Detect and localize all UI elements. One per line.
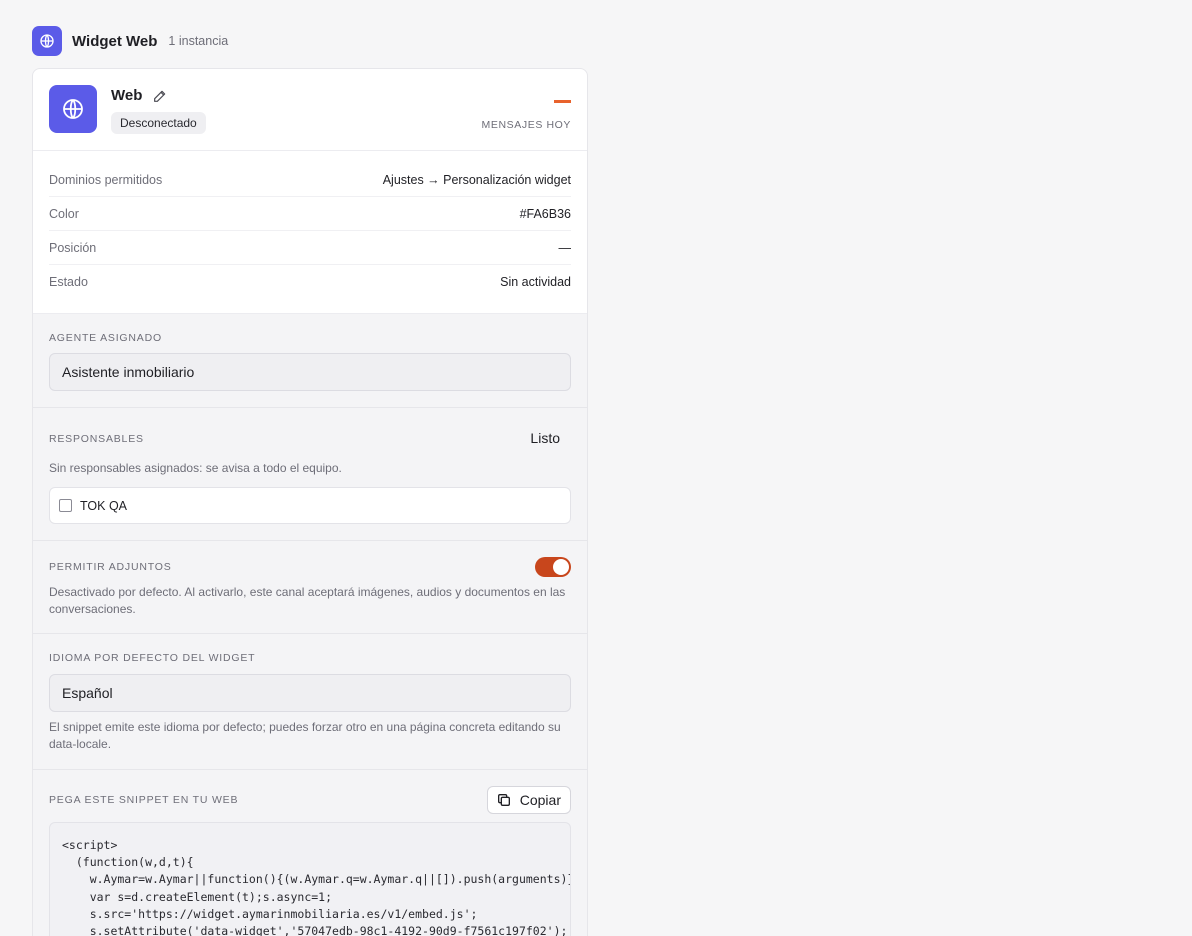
detail-value: #FA6B36 (519, 206, 571, 221)
language-section: Idioma por defecto del widget Español El… (33, 634, 587, 770)
detail-label: Estado (49, 275, 88, 289)
section-header: Widget Web 1 instancia (32, 26, 228, 56)
globe-icon (49, 85, 97, 133)
channel-name: Web (111, 87, 143, 104)
detail-label: Dominios permitidos (49, 172, 163, 187)
code-line: (function(w,d,t){ (62, 855, 194, 870)
detail-row: Estado Sin actividad (49, 265, 571, 299)
code-line: s.setAttribute('data-widget','57047edb-9… (62, 924, 568, 936)
instance-count: 1 instancia (168, 34, 229, 48)
pencil-icon[interactable] (152, 88, 168, 104)
section-title: Widget Web (72, 32, 158, 50)
agent-label: Agente asignado (49, 332, 162, 344)
code-line: <script> (62, 838, 118, 852)
attachments-helper: Desactivado por defecto. Al activarlo, e… (49, 585, 566, 616)
responsables-helper: Sin responsables asignados: se avisa a t… (49, 461, 342, 475)
channel-card: Web Desconectado Mensajes hoy Dominios p… (32, 68, 588, 936)
detail-label: Posición (49, 240, 97, 255)
code-line: var s=d.createElement(t);s.async=1; (62, 889, 333, 904)
copy-label: Copiar (519, 792, 561, 808)
language-label: Idioma por defecto del widget (49, 652, 256, 664)
channel-header: Web Desconectado Mensajes hoy (33, 69, 587, 151)
copy-button[interactable]: Copiar (486, 786, 571, 814)
attachments-section: Permitir adjuntos Desactivado por defect… (33, 541, 587, 634)
attachments-toggle[interactable] (535, 557, 571, 577)
detail-value: Ajustes → Personalización widget (382, 172, 571, 187)
snippet-code[interactable]: <script> (function(w,d,t){ w.Aymar=w.Aym… (49, 822, 571, 936)
code-line: s.src='https://widget.aymarinmobiliaria.… (62, 906, 478, 921)
done-button[interactable]: Listo (530, 430, 560, 446)
toggle-knob (553, 559, 569, 575)
member-checkbox[interactable] (59, 499, 72, 512)
messages-today-value (554, 100, 571, 103)
member-option[interactable]: TOK QA (49, 487, 571, 524)
responsables-label: Responsables (49, 433, 144, 445)
agent-select[interactable]: Asistente inmobiliario (49, 353, 571, 391)
attachments-label: Permitir adjuntos (49, 561, 172, 573)
language-select[interactable]: Español (49, 674, 571, 712)
responsables-section: Responsables Listo Sin responsables asig… (33, 408, 587, 541)
messages-today-label: Mensajes hoy (481, 119, 571, 131)
snippet-section: Pega este snippet en tu web Copiar <scri… (33, 770, 587, 936)
detail-row: Posición — (49, 231, 571, 265)
snippet-label: Pega este snippet en tu web (49, 794, 239, 806)
detail-row: Color #FA6B36 (49, 197, 571, 231)
language-helper: El snippet emite este idioma por defecto… (49, 720, 561, 751)
member-name: TOK QA (80, 498, 128, 513)
globe-icon (32, 26, 62, 56)
agent-section: Agente asignado Asistente inmobiliario (33, 314, 587, 408)
details-list: Dominios permitidos Ajustes → Personaliz… (33, 151, 587, 314)
detail-value: Sin actividad (500, 275, 571, 289)
status-badge: Desconectado (111, 112, 206, 134)
copy-icon (496, 792, 512, 808)
detail-value: — (558, 240, 572, 255)
code-line: w.Aymar=w.Aymar||function(){(w.Aymar.q=w… (62, 872, 571, 887)
detail-row: Dominios permitidos Ajustes → Personaliz… (49, 163, 571, 197)
detail-label: Color (49, 206, 79, 221)
